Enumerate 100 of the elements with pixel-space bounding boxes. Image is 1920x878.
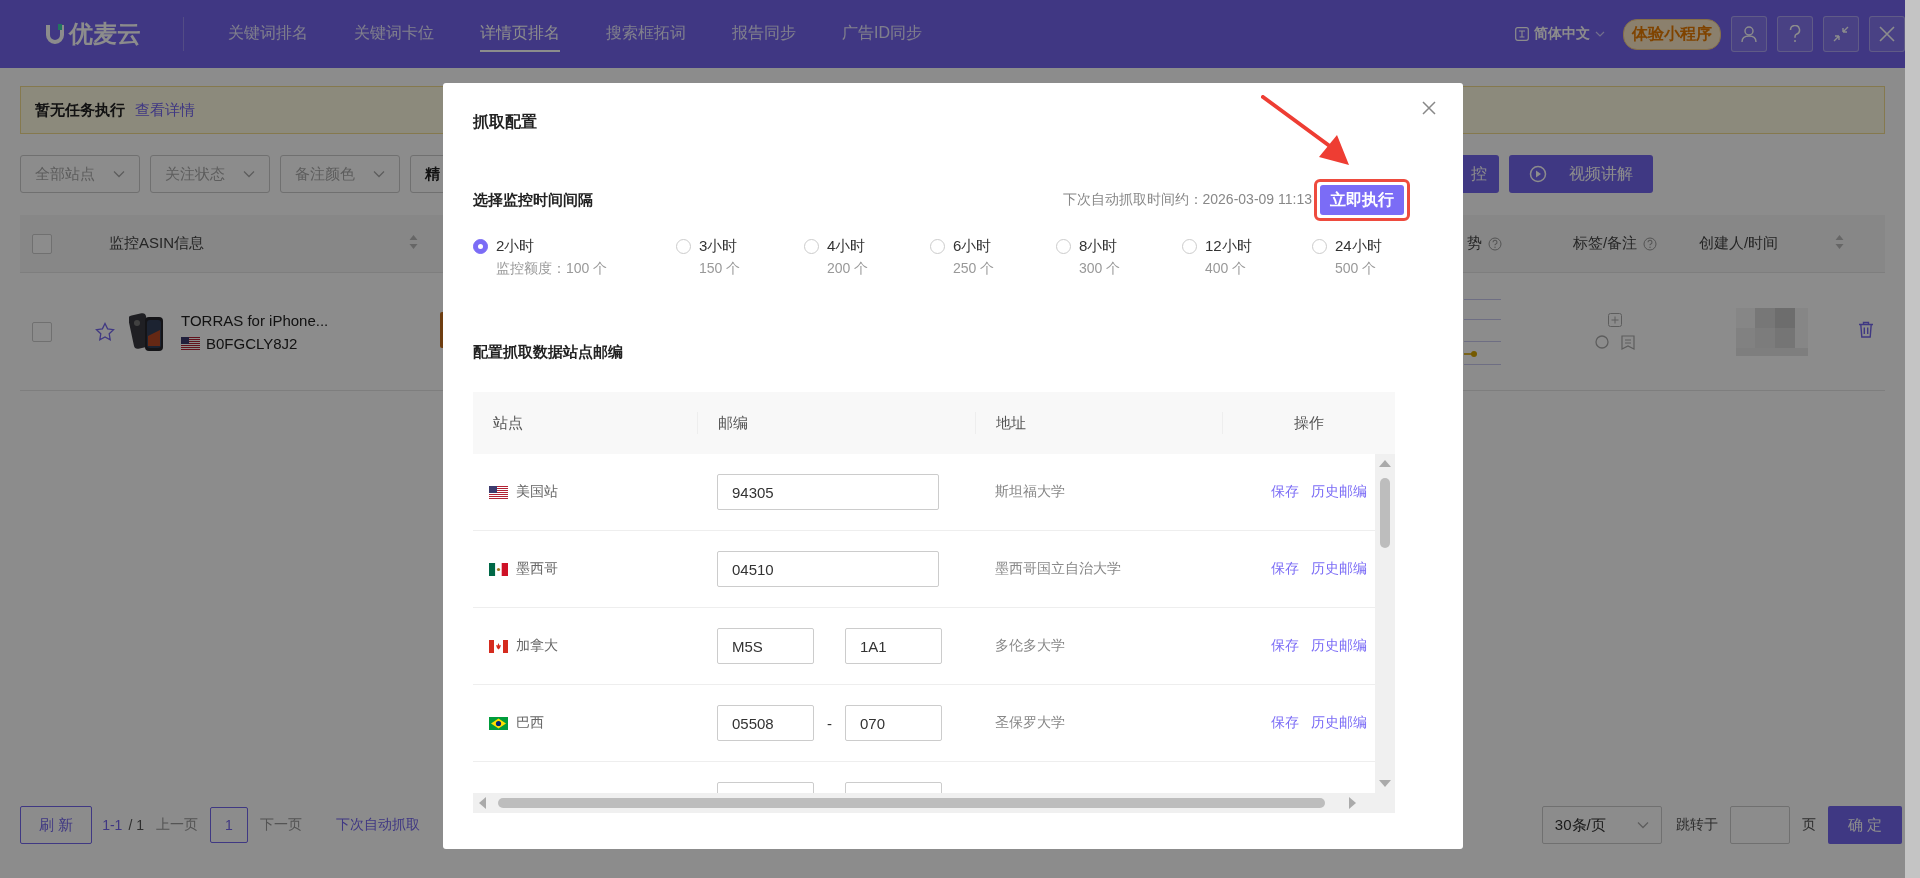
address-text: 圣保罗大学 [994,714,1066,732]
checkbox[interactable] [32,321,52,342]
language-icon [1515,27,1529,41]
refresh-button[interactable]: 刷 新 [20,806,93,844]
quota-text: 监控额度：100 个 [496,259,608,278]
close-icon [1879,26,1895,42]
play-icon [1529,165,1547,183]
flag-icon [489,639,508,653]
site-name: 加拿大 [516,637,558,655]
section-heading: 选择监控时间间隔 [473,190,593,210]
run-now-button[interactable]: 立即执行 [1320,185,1404,215]
interval-label[interactable]: 4小时 [827,235,869,257]
page-number[interactable]: 1 [210,807,248,843]
interval-label[interactable]: 24小时 [1335,235,1382,257]
page-input[interactable] [1729,806,1790,844]
action-link[interactable]: 历史邮编 [1311,483,1367,501]
interval-label[interactable]: 2小时 [496,235,608,257]
flag-icon [181,336,200,350]
logo-icon [45,22,65,46]
address-text: 斯坦福大学 [994,483,1066,501]
column-header: 地址 [996,414,1026,431]
nav-tab[interactable]: 搜索框拓词 [606,16,686,52]
interval-label[interactable]: 3小时 [699,235,741,257]
collapse-icon [1832,25,1850,43]
help-icon[interactable] [1488,236,1502,251]
address-text: 多伦多大学 [994,637,1066,655]
quota-text: 250 个 [953,259,995,278]
radio-button[interactable] [804,239,819,254]
address-text: 墨西哥国立自治大学 [994,560,1122,578]
nav-tab[interactable]: 报告同步 [732,16,796,52]
nav-tab[interactable]: 广告ID同步 [842,16,922,52]
action-link[interactable]: 历史邮编 [1311,560,1367,578]
sort-icon[interactable] [409,234,418,250]
nav-tab[interactable]: 关键词排名 [228,16,308,52]
close-icon [1422,101,1436,115]
site-name: 墨西哥 [516,560,558,578]
language-selector[interactable]: 简体中文 [1534,25,1590,43]
postcode-field[interactable]: 1A1 [845,628,942,664]
quota-text: 500 个 [1335,259,1378,278]
radio-button[interactable] [473,239,488,254]
quota-text: 400 个 [1205,259,1248,278]
note-icon[interactable] [1621,335,1635,350]
column-header: 创建人/时间 [1699,234,1779,253]
caret-icon [113,170,125,178]
caret-icon [373,170,385,178]
action-link[interactable]: 历史邮编 [1311,637,1367,655]
flag-icon [489,562,508,576]
radio-button[interactable] [1182,239,1197,254]
page-scrollbar[interactable] [1905,0,1920,878]
user-icon [1740,25,1758,43]
caret-icon [1595,31,1605,37]
product-title[interactable]: TORRAS for iPhone... [181,311,329,329]
postcode-field[interactable]: 94305 [717,474,939,510]
action-link[interactable]: 保存 [1271,714,1299,732]
checkbox[interactable] [32,233,52,254]
notice-text: 暂无任务执行 [35,100,125,120]
interval-label[interactable]: 12小时 [1205,235,1252,257]
interval-label[interactable]: 8小时 [1079,235,1121,257]
column-header: 标签/备注 [1572,234,1638,253]
details-link[interactable]: 查看详情 [135,100,195,120]
site-name: 巴西 [516,714,544,732]
action-link[interactable]: 保存 [1271,483,1299,501]
radio-button[interactable] [676,239,691,254]
interval-label[interactable]: 6小时 [953,235,995,257]
color-dot-icon[interactable] [1595,335,1609,349]
jump-label: 跳转于 [1675,816,1718,834]
nav-tab[interactable]: 详情页排名 [480,16,560,52]
column-header: 监控ASIN信息 [109,234,204,253]
column-header: 势 [1467,234,1482,253]
action-link[interactable]: 保存 [1271,560,1299,578]
column-header: 操作 [1294,414,1324,431]
postcode-field[interactable]: M5S [717,628,814,664]
action-link[interactable]: 保存 [1271,637,1299,655]
column-header: 邮编 [718,414,748,431]
video-button[interactable]: 视频讲解 [1509,155,1653,193]
page-total: / 1 [128,817,144,833]
add-tag-icon[interactable] [1608,313,1622,327]
next-crawl-time: 下次自动抓取时间约：2026-03-09 11:13 [1062,191,1312,209]
star-icon[interactable] [95,321,115,342]
radio-button[interactable] [1312,239,1327,254]
quota-text: 150 个 [699,259,741,278]
quota-text: 200 个 [827,259,869,278]
caret-icon [1636,821,1649,829]
action-link[interactable]: 历史邮编 [1311,714,1367,732]
sort-icon[interactable] [1835,234,1844,250]
postcode-field[interactable]: 05508 [717,705,814,741]
radio-button[interactable] [930,239,945,254]
quota-text: 300 个 [1079,259,1121,278]
page-size-select[interactable]: 30条/页 [1541,806,1662,844]
delete-icon[interactable] [1858,321,1874,338]
postcode-field[interactable]: 04510 [717,551,939,587]
page-range: 1-1 [102,817,123,833]
nav-tab[interactable]: 关键词卡位 [354,16,434,52]
postcode-field[interactable]: 070 [845,705,942,741]
flag-icon [489,716,508,730]
caret-icon [243,170,255,178]
radio-button[interactable] [1056,239,1071,254]
confirm-button[interactable]: 确 定 [1827,806,1902,844]
next-crawl-text: 下次自动抓取 [336,816,420,834]
help-icon[interactable] [1643,236,1658,251]
